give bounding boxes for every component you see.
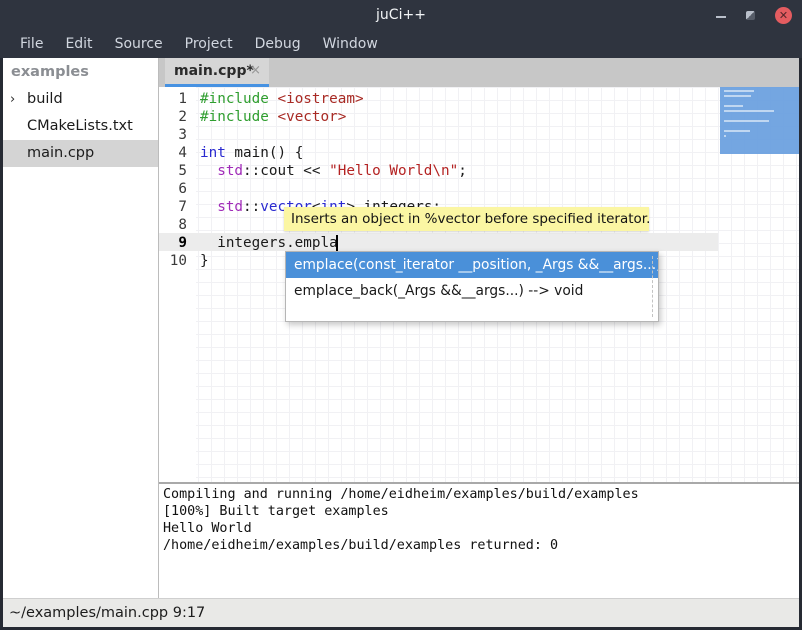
minimap-line <box>724 90 754 92</box>
minimap-line <box>724 130 750 132</box>
file-tree: › build CMakeLists.txt main.cpp <box>3 86 158 167</box>
file-tree-sidebar: examples › build CMakeLists.txt main.cpp <box>3 58 158 598</box>
minimap-line <box>724 105 743 107</box>
code-editor[interactable]: 1#include <iostream>2#include <vector>34… <box>159 87 799 482</box>
code-line[interactable]: 6 <box>159 180 799 198</box>
code-line[interactable]: 9 integers.empla <box>159 234 799 252</box>
line-number: 1 <box>159 90 196 108</box>
content-area: examples › build CMakeLists.txt main.cpp ma… <box>3 58 799 627</box>
menu-item-project[interactable]: Project <box>174 30 244 58</box>
title-bar[interactable]: juCi++ ✕ <box>0 0 802 30</box>
tab-close-icon[interactable]: × <box>250 58 261 84</box>
completion-scrollbar[interactable] <box>652 256 653 317</box>
minimap-line <box>724 110 774 112</box>
doc-tooltip: Inserts an object in %vector before spec… <box>284 207 649 231</box>
completion-item[interactable]: emplace(const_iterator __position, _Args… <box>286 252 658 278</box>
completion-item[interactable]: emplace_back(_Args &&__args...) --> void <box>286 278 658 304</box>
line-number: 7 <box>159 198 196 216</box>
window-controls: ✕ <box>716 0 792 30</box>
close-icon[interactable]: ✕ <box>775 7 792 24</box>
menu-item-debug[interactable]: Debug <box>244 30 312 58</box>
menu-item-window[interactable]: Window <box>312 30 389 58</box>
line-number: 2 <box>159 108 196 126</box>
line-number: 10 <box>159 252 196 270</box>
minimize-icon[interactable] <box>716 16 726 18</box>
terminal-line: Hello World <box>163 520 799 537</box>
sidebar-item-label: main.cpp <box>27 145 94 161</box>
code-line-text: #include <vector> <box>196 109 346 125</box>
completion-list: emplace(const_iterator __position, _Args… <box>286 252 658 304</box>
project-folder-label: examples <box>3 58 158 86</box>
menu-item-file[interactable]: File <box>9 30 54 58</box>
sidebar-item-label: CMakeLists.txt <box>27 118 133 134</box>
line-number: 5 <box>159 162 196 180</box>
code-line-text <box>196 127 200 143</box>
code-line[interactable]: 5 std::cout << "Hello World\n"; <box>159 162 799 180</box>
line-number: 8 <box>159 216 196 234</box>
minimap-line <box>724 135 726 137</box>
tab-bar: main.cpp* × <box>159 58 799 87</box>
completion-popup: emplace(const_iterator __position, _Args… <box>285 251 659 322</box>
code-line-text: integers.empla <box>196 235 338 251</box>
terminal-output[interactable]: Compiling and running /home/eidheim/exam… <box>159 484 799 598</box>
line-number: 6 <box>159 180 196 198</box>
window-title: juCi++ <box>0 0 802 30</box>
code-line-text <box>196 181 200 197</box>
status-file-position: ~/examples/main.cpp 9:17 <box>3 599 799 627</box>
status-bar: ~/examples/main.cpp 9:17 <box>3 598 799 627</box>
text-cursor <box>336 235 338 252</box>
sidebar-item-label: build <box>27 91 63 107</box>
code-line-text: } <box>196 253 209 269</box>
minimap-overview[interactable] <box>720 87 799 154</box>
tab-label: main.cpp* <box>165 58 254 84</box>
menu-item-source[interactable]: Source <box>104 30 174 58</box>
menu-bar: FileEditSourceProjectDebugWindow <box>0 30 802 58</box>
terminal-line: Compiling and running /home/eidheim/exam… <box>163 486 799 503</box>
code-line[interactable]: 4int main() { <box>159 144 799 162</box>
minimap-line <box>724 120 769 122</box>
code-line[interactable]: 1#include <iostream> <box>159 90 799 108</box>
line-number: 3 <box>159 126 196 144</box>
restore-icon[interactable] <box>746 11 755 20</box>
code-line-text: int main() { <box>196 145 303 161</box>
app-window: juCi++ ✕ FileEditSourceProjectDebugWindo… <box>0 0 802 630</box>
sidebar-item-cmakelists-txt[interactable]: CMakeLists.txt <box>3 113 158 140</box>
line-number: 9 <box>159 234 196 252</box>
sidebar-item-build[interactable]: › build <box>3 86 158 113</box>
main-pane: main.cpp* × 1#include <iostream>2#includ… <box>159 58 799 598</box>
terminal-line: /home/eidheim/examples/build/examples re… <box>163 537 799 554</box>
code-line[interactable]: 2#include <vector> <box>159 108 799 126</box>
code-line[interactable]: 3 <box>159 126 799 144</box>
terminal-line: [100%] Built target examples <box>163 503 799 520</box>
line-number: 4 <box>159 144 196 162</box>
code-line-text: std::cout << "Hello World\n"; <box>196 163 467 179</box>
chevron-right-icon[interactable]: › <box>10 86 15 113</box>
code-line-text <box>196 217 200 233</box>
menu-item-edit[interactable]: Edit <box>54 30 103 58</box>
sidebar-item-main-cpp[interactable]: main.cpp <box>3 140 158 167</box>
code-text[interactable]: 1#include <iostream>2#include <vector>34… <box>159 90 799 270</box>
tab-main-cpp[interactable]: main.cpp* × <box>165 58 269 87</box>
code-line-text: #include <iostream> <box>196 91 364 107</box>
minimap-line <box>724 95 751 97</box>
